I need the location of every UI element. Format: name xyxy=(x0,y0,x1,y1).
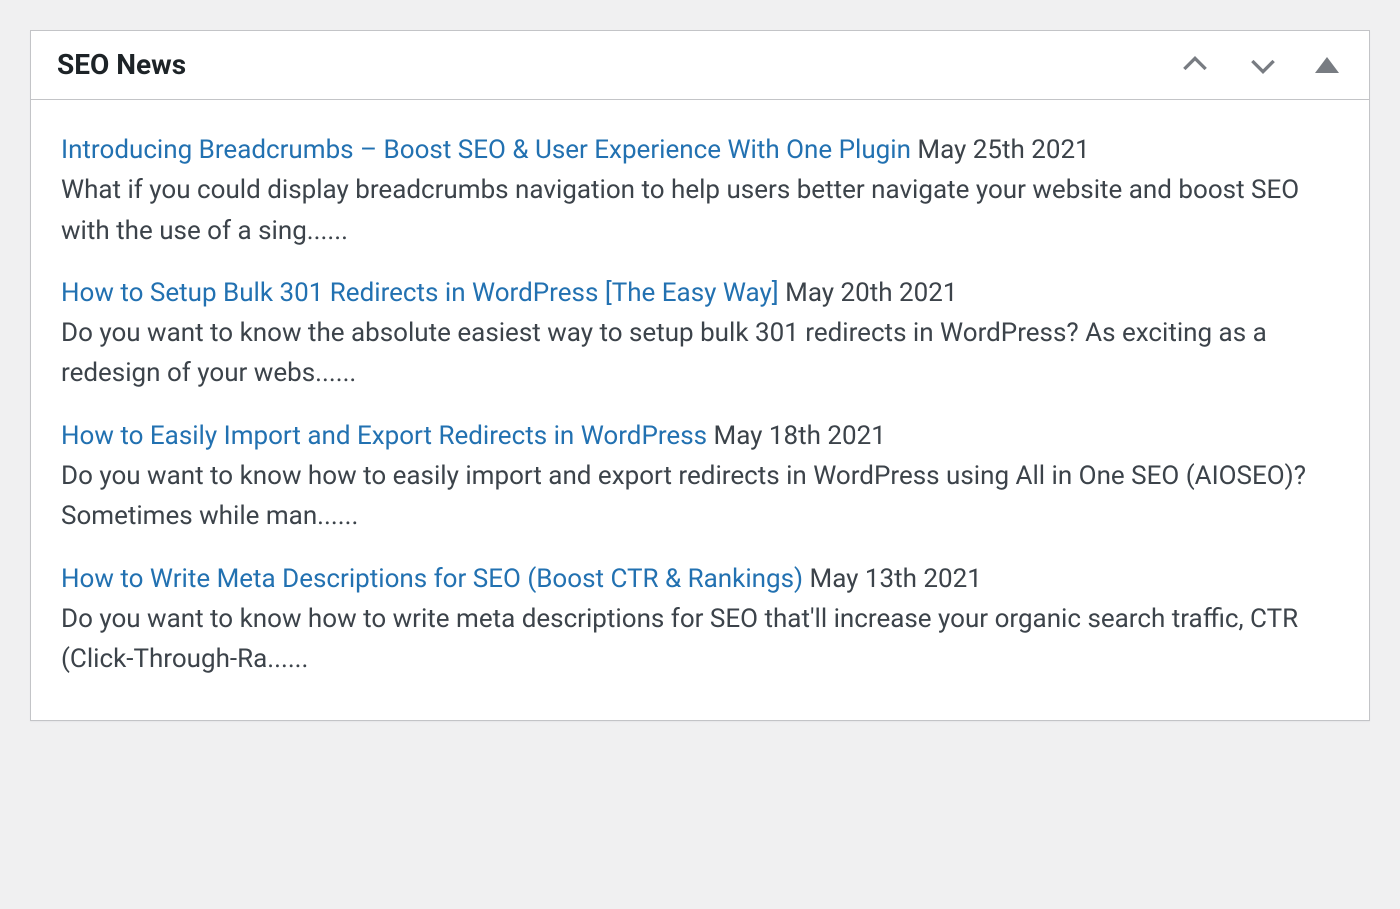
news-link[interactable]: Introducing Breadcrumbs – Boost SEO & Us… xyxy=(61,135,911,165)
news-item: How to Setup Bulk 301 Redirects in WordP… xyxy=(61,273,1339,394)
seo-news-panel: SEO News Introducing Breadcrumbs – Boost… xyxy=(30,30,1370,721)
panel-title: SEO News xyxy=(57,48,186,82)
panel-header: SEO News xyxy=(31,31,1369,100)
news-summary: Do you want to know how to easily import… xyxy=(61,461,1306,531)
news-date: May 13th 2021 xyxy=(810,564,982,594)
panel-body: Introducing Breadcrumbs – Boost SEO & Us… xyxy=(31,100,1369,720)
news-summary: What if you could display breadcrumbs na… xyxy=(61,175,1299,245)
move-down-button[interactable] xyxy=(1243,45,1283,85)
news-item: Introducing Breadcrumbs – Boost SEO & Us… xyxy=(61,130,1339,251)
news-date: May 25th 2021 xyxy=(917,135,1089,165)
panel-controls xyxy=(1175,45,1343,85)
chevron-down-icon xyxy=(1247,49,1279,81)
news-summary: Do you want to know how to write meta de… xyxy=(61,604,1298,674)
move-up-button[interactable] xyxy=(1175,45,1215,85)
toggle-panel-button[interactable] xyxy=(1311,53,1343,77)
news-link[interactable]: How to Easily Import and Export Redirect… xyxy=(61,421,707,451)
news-link[interactable]: How to Setup Bulk 301 Redirects in WordP… xyxy=(61,278,779,308)
chevron-up-icon xyxy=(1179,49,1211,81)
triangle-up-icon xyxy=(1315,57,1339,73)
news-summary: Do you want to know the absolute easiest… xyxy=(61,318,1267,388)
news-link[interactable]: How to Write Meta Descriptions for SEO (… xyxy=(61,564,803,594)
news-date: May 18th 2021 xyxy=(714,421,886,451)
news-item: How to Easily Import and Export Redirect… xyxy=(61,416,1339,537)
news-date: May 20th 2021 xyxy=(785,278,957,308)
news-item: How to Write Meta Descriptions for SEO (… xyxy=(61,559,1339,680)
